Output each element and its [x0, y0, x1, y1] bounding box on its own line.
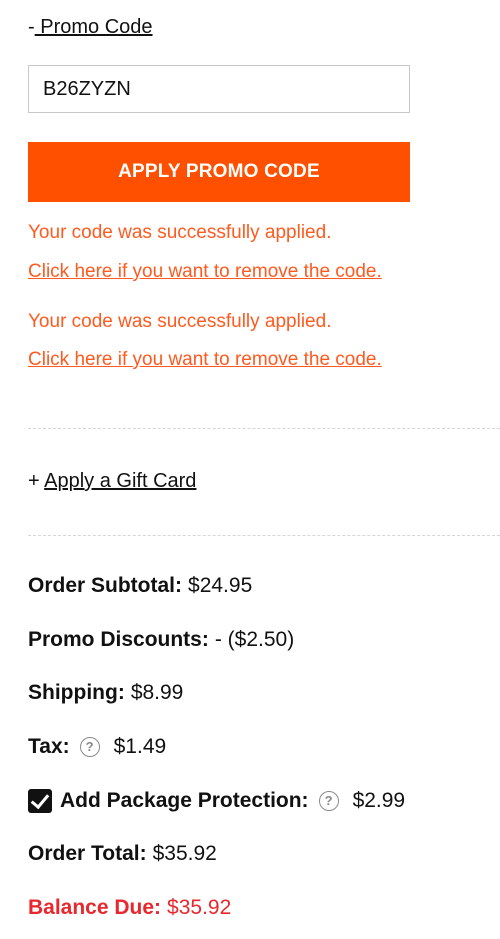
- package-protection-row: Add Package Protection: ? $2.99: [28, 789, 405, 813]
- order-subtotal-value: $24.95: [188, 574, 253, 597]
- package-protection-value: $2.99: [352, 789, 406, 812]
- promo-success-message: Your code was successfully applied.: [28, 222, 332, 243]
- order-total-row: Order Total: $35.92: [28, 842, 217, 866]
- help-icon[interactable]: ?: [79, 737, 100, 757]
- shipping-value: $8.99: [130, 681, 184, 704]
- checkout-summary-panel: - Promo Code APPLY PROMO CODE Your code …: [0, 0, 500, 939]
- balance-due-row: Balance Due: $35.92: [28, 896, 231, 920]
- promo-discounts-label: Promo Discounts:: [28, 628, 209, 651]
- checkbox-checked-icon[interactable]: [28, 789, 52, 813]
- gift-toggle-label[interactable]: Apply a Gift Card: [44, 470, 196, 492]
- shipping-label: Shipping:: [28, 681, 125, 704]
- tax-label: Tax:: [28, 735, 70, 758]
- promo-code-toggle[interactable]: - Promo Code: [28, 16, 153, 39]
- gift-card-toggle[interactable]: + Apply a Gift Card: [28, 470, 196, 493]
- balance-due-label: Balance Due:: [28, 896, 162, 919]
- promo-success-message: Your code was successfully applied.: [28, 311, 332, 332]
- order-subtotal-row: Order Subtotal: $24.95: [28, 574, 252, 598]
- promo-toggle-prefix: -: [28, 16, 35, 38]
- apply-promo-code-button[interactable]: APPLY PROMO CODE: [28, 142, 410, 202]
- section-divider: [28, 428, 500, 429]
- gift-toggle-prefix: +: [28, 470, 40, 492]
- help-icon[interactable]: ?: [318, 791, 339, 811]
- promo-discounts-value: - ($2.50): [214, 628, 295, 651]
- remove-code-link[interactable]: Click here if you want to remove the cod…: [28, 349, 382, 371]
- section-divider: [28, 535, 500, 536]
- remove-code-link[interactable]: Click here if you want to remove the cod…: [28, 261, 382, 283]
- order-total-value: $35.92: [152, 842, 217, 865]
- balance-due-value: $35.92: [167, 896, 232, 919]
- order-total-label: Order Total:: [28, 842, 147, 865]
- shipping-row: Shipping: $8.99: [28, 681, 183, 705]
- package-protection-label: Add Package Protection:: [60, 789, 309, 812]
- promo-code-input[interactable]: [28, 65, 410, 113]
- order-subtotal-label: Order Subtotal:: [28, 574, 183, 597]
- tax-value: $1.49: [113, 735, 167, 758]
- promo-toggle-label[interactable]: Promo Code: [35, 16, 152, 38]
- tax-row: Tax: ? $1.49: [28, 735, 166, 759]
- promo-discounts-row: Promo Discounts: - ($2.50): [28, 628, 294, 652]
